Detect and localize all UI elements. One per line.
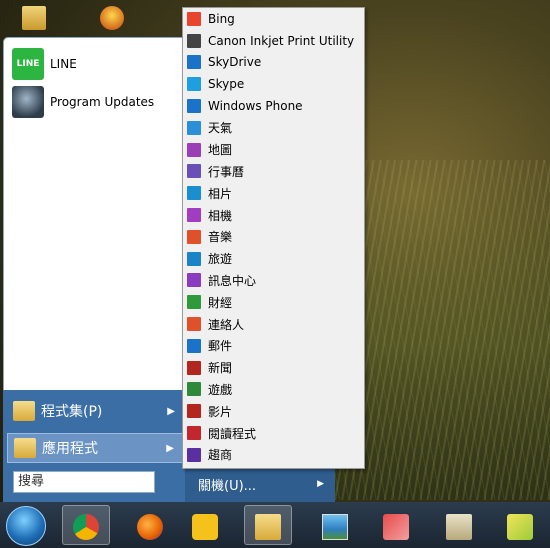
programs-folder-icon bbox=[13, 401, 35, 421]
weather-icon bbox=[187, 120, 201, 135]
image-viewer-icon[interactable] bbox=[322, 514, 348, 540]
apps-menu-item-label: Bing bbox=[208, 11, 235, 26]
apps-submenu: Bing Canon Inkjet Print Utility SkyDrive Sk… bbox=[182, 7, 365, 469]
pinned-item-label: Program Updates bbox=[50, 95, 155, 109]
apps-menu-item-label: 旅遊 bbox=[208, 252, 233, 267]
cloud-icon bbox=[187, 55, 201, 70]
pinned-item-label: LINE bbox=[50, 57, 77, 71]
apps-label: 應用程式 bbox=[42, 441, 98, 457]
photos-icon bbox=[187, 186, 201, 201]
apps-menu-item[interactable]: 遊戲 bbox=[183, 379, 364, 401]
apps-menu-item[interactable]: 行事曆 bbox=[183, 161, 364, 183]
search-input[interactable]: 搜尋 bbox=[13, 471, 155, 493]
apps-menu-item[interactable]: 相片 bbox=[183, 182, 364, 204]
apps-menu-item-label: 新聞 bbox=[208, 361, 233, 376]
apps-menu-item-label: 行事曆 bbox=[208, 164, 245, 179]
chrome-icon bbox=[73, 514, 99, 540]
apps-menu-item-label: 連絡人 bbox=[208, 317, 245, 332]
apps-menu-item[interactable]: 新聞 bbox=[183, 357, 364, 379]
reader-icon bbox=[187, 426, 201, 441]
pinned-item-line[interactable]: LINE LINE bbox=[4, 46, 185, 82]
shutdown-label: 關機(U)... bbox=[198, 478, 257, 494]
line-icon: LINE bbox=[12, 48, 44, 80]
apps-menu-item[interactable]: 影片 bbox=[183, 400, 364, 422]
apps-menu-item[interactable]: 閱讀程式 bbox=[183, 422, 364, 444]
shutdown-button[interactable]: 關機(U)... ▶ bbox=[190, 474, 330, 494]
messaging-icon bbox=[187, 273, 201, 288]
apps-menu-item[interactable]: 郵件 bbox=[183, 335, 364, 357]
mail-icon bbox=[187, 338, 201, 353]
clipboard-icon[interactable] bbox=[446, 514, 472, 540]
apps-menu-item-label: Canon Inkjet Print Utility bbox=[208, 33, 355, 48]
programs-label: 程式集(P) bbox=[41, 404, 103, 420]
all-programs-button[interactable]: 程式集(P) ▶ bbox=[7, 396, 183, 426]
people-icon bbox=[187, 317, 201, 332]
apps-menu-item[interactable]: 音樂 bbox=[183, 226, 364, 248]
file-explorer-icon bbox=[255, 514, 281, 540]
apps-menu-item-label: SkyDrive bbox=[208, 55, 262, 70]
apps-folder-icon bbox=[14, 438, 36, 458]
phone-icon bbox=[187, 99, 201, 114]
apps-menu-item[interactable]: SkyDrive bbox=[183, 52, 364, 74]
printer-icon bbox=[187, 33, 201, 48]
apps-menu-item[interactable]: Bing bbox=[183, 8, 364, 30]
skype-icon bbox=[187, 77, 201, 92]
arrow-app-icon[interactable] bbox=[507, 514, 533, 540]
apps-menu-item-label: 財經 bbox=[208, 295, 233, 310]
firefox-icon[interactable] bbox=[137, 514, 163, 540]
desktop-folder-icon[interactable] bbox=[22, 6, 46, 30]
apps-menu-item-label: 相片 bbox=[208, 186, 233, 201]
apps-menu-item-label: 地圖 bbox=[208, 143, 233, 158]
desktop-gift-icon[interactable] bbox=[100, 6, 124, 30]
map-icon bbox=[187, 142, 201, 157]
apps-menu-item-label: 音樂 bbox=[208, 230, 233, 245]
travel-icon bbox=[187, 251, 201, 266]
apps-menu-item-label: 遊戲 bbox=[208, 382, 233, 397]
camera-icon bbox=[187, 208, 201, 223]
apps-menu-item-label: 相機 bbox=[208, 208, 233, 223]
apps-menu-item[interactable]: Windows Phone bbox=[183, 95, 364, 117]
apps-menu-item-label: Skype bbox=[208, 77, 245, 92]
video-icon bbox=[187, 404, 201, 419]
calendar-icon bbox=[187, 164, 201, 179]
apps-menu-item-label: 影片 bbox=[208, 404, 233, 419]
start-button[interactable] bbox=[6, 506, 46, 546]
apps-menu-item[interactable]: Skype bbox=[183, 73, 364, 95]
apps-menu-item-label: 郵件 bbox=[208, 339, 233, 354]
apps-menu-item[interactable]: 趨商 bbox=[183, 444, 364, 466]
games-icon bbox=[187, 382, 201, 397]
apps-menu-item[interactable]: 地圖 bbox=[183, 139, 364, 161]
chevron-right-icon: ▶ bbox=[166, 442, 174, 454]
yellow-app-icon[interactable] bbox=[192, 514, 218, 540]
apps-menu-item[interactable]: 訊息中心 bbox=[183, 270, 364, 292]
apps-menu-item[interactable]: 連絡人 bbox=[183, 313, 364, 335]
chevron-right-icon: ▶ bbox=[317, 479, 324, 489]
program-updates-icon bbox=[12, 86, 44, 118]
pinned-item-program-updates[interactable]: Program Updates bbox=[4, 84, 185, 120]
apps-menu-item[interactable]: 相機 bbox=[183, 204, 364, 226]
chevron-right-icon: ▶ bbox=[167, 405, 175, 417]
apps-menu-item[interactable]: 天氣 bbox=[183, 117, 364, 139]
eraser-icon[interactable] bbox=[383, 514, 409, 540]
news-icon bbox=[187, 360, 201, 375]
apps-menu-item[interactable]: 旅遊 bbox=[183, 248, 364, 270]
apps-menu-item-label: 天氣 bbox=[208, 121, 233, 136]
pinned-list: LINE LINE Program Updates bbox=[4, 38, 185, 120]
apps-button[interactable]: 應用程式 ▶ bbox=[7, 433, 183, 463]
apps-menu-item-label: Windows Phone bbox=[208, 99, 303, 114]
apps-menu-item-label: 閱讀程式 bbox=[208, 426, 257, 441]
apps-menu-item-label: 訊息中心 bbox=[208, 273, 257, 288]
finance-icon bbox=[187, 295, 201, 310]
apps-menu-item[interactable]: 財經 bbox=[183, 291, 364, 313]
apps-menu-item-label: 趨商 bbox=[208, 448, 233, 463]
music-icon bbox=[187, 229, 201, 244]
apps-menu-item[interactable]: Canon Inkjet Print Utility bbox=[183, 30, 364, 52]
store-icon bbox=[187, 447, 201, 462]
bing-icon bbox=[187, 11, 201, 26]
